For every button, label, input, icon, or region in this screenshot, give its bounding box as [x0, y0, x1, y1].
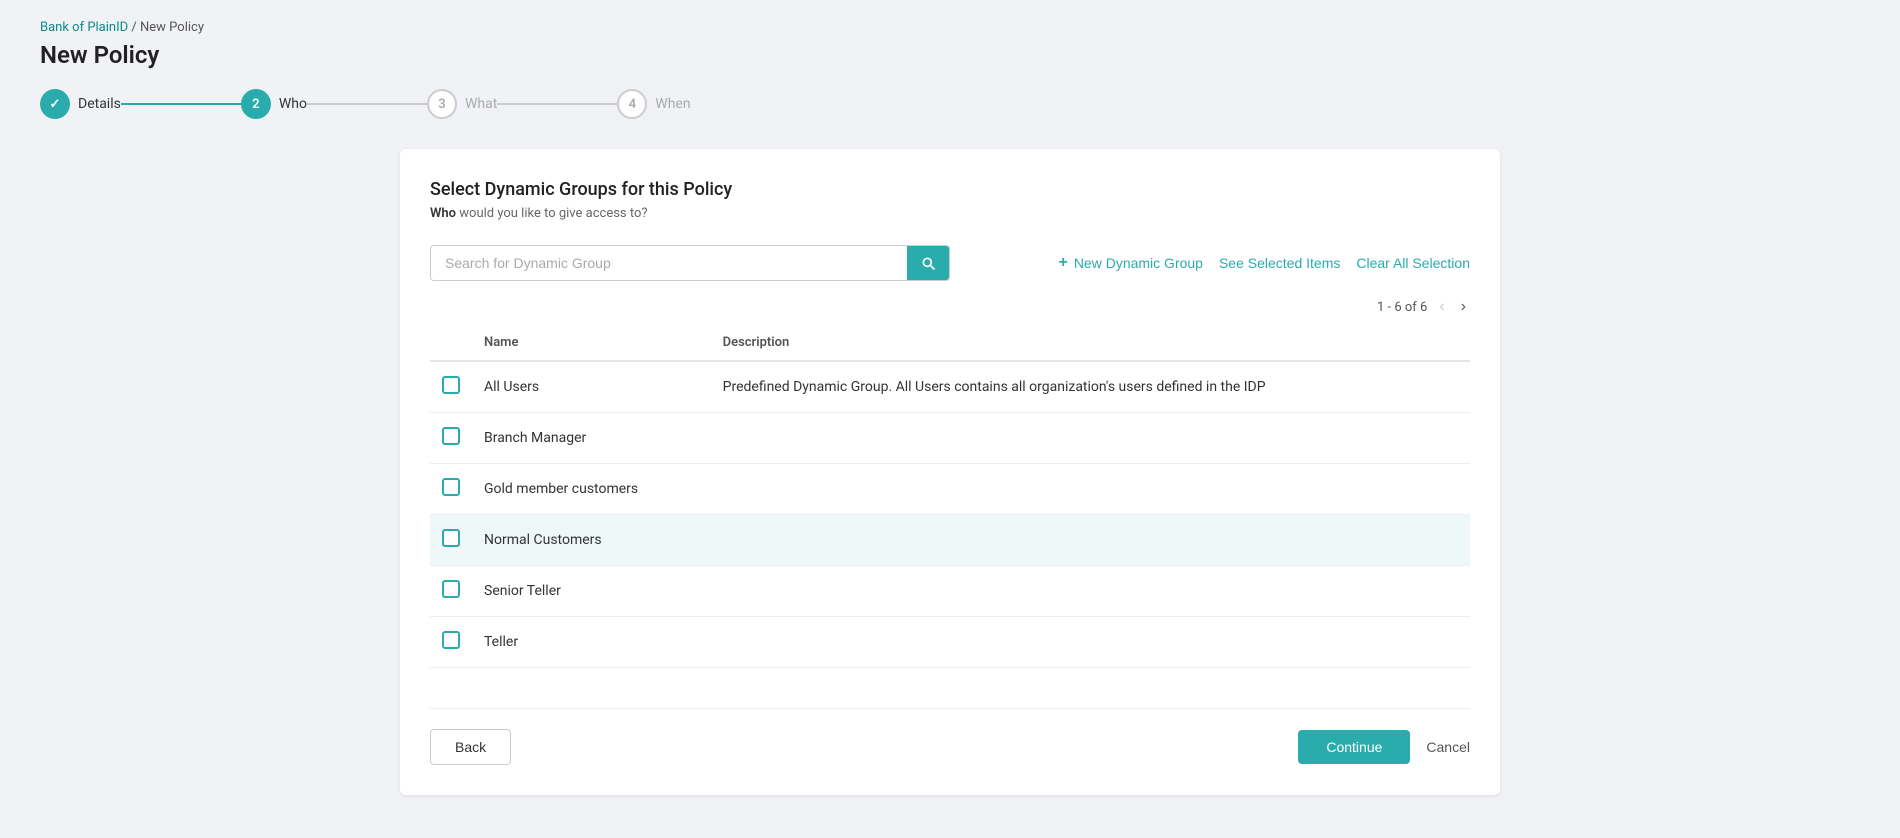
- checkbox-cell[interactable]: [430, 566, 472, 617]
- row-checkbox[interactable]: [442, 376, 460, 394]
- row-checkbox[interactable]: [442, 631, 460, 649]
- step-who-label: Who: [279, 96, 307, 112]
- card-footer: Back Continue Cancel: [430, 708, 1470, 765]
- pagination-next-button[interactable]: ›: [1457, 297, 1470, 317]
- search-input[interactable]: [431, 246, 907, 280]
- table-row: Senior Teller: [430, 566, 1470, 617]
- checkbox-cell[interactable]: [430, 361, 472, 413]
- row-name: Branch Manager: [472, 413, 711, 464]
- main-card: Select Dynamic Groups for this Policy Wh…: [400, 149, 1500, 795]
- step-when-circle: 4: [617, 89, 647, 119]
- row-name: Gold member customers: [472, 464, 711, 515]
- row-description: Predefined Dynamic Group. All Users cont…: [711, 361, 1470, 413]
- table-row: Gold member customers: [430, 464, 1470, 515]
- table-row: Teller: [430, 617, 1470, 668]
- plus-icon: +: [1058, 254, 1067, 272]
- row-checkbox[interactable]: [442, 580, 460, 598]
- column-name: Name: [472, 325, 711, 361]
- row-name: Senior Teller: [472, 566, 711, 617]
- card-title: Select Dynamic Groups for this Policy: [430, 179, 1470, 200]
- toolbar-actions: + New Dynamic Group See Selected Items C…: [1058, 254, 1470, 272]
- table-row: All Users Predefined Dynamic Group. All …: [430, 361, 1470, 413]
- stepper: ✓ Details 2 Who 3 What 4 When: [40, 89, 1860, 119]
- step-details-label: Details: [78, 96, 121, 112]
- connector-1: [121, 103, 241, 105]
- row-description: [711, 515, 1470, 566]
- continue-button[interactable]: Continue: [1298, 730, 1410, 764]
- see-selected-button[interactable]: See Selected Items: [1219, 255, 1340, 271]
- checkbox-cell[interactable]: [430, 617, 472, 668]
- step-when: 4 When: [617, 89, 690, 119]
- breadcrumb: Bank of PlainID / New Policy: [40, 20, 1860, 35]
- row-checkbox[interactable]: [442, 529, 460, 547]
- card-subtitle-who: Who: [430, 206, 456, 221]
- step-who-circle: 2: [241, 89, 271, 119]
- breadcrumb-separator: /: [131, 20, 140, 35]
- page-title: New Policy: [40, 41, 1860, 69]
- footer-right-actions: Continue Cancel: [1298, 730, 1470, 764]
- search-button[interactable]: [907, 246, 949, 280]
- row-name: Teller: [472, 617, 711, 668]
- column-checkbox: [430, 325, 472, 361]
- row-checkbox[interactable]: [442, 478, 460, 496]
- groups-table: Name Description All Users Predefined Dy…: [430, 325, 1470, 668]
- checkbox-cell[interactable]: [430, 413, 472, 464]
- step-who: 2 Who: [241, 89, 307, 119]
- row-description: [711, 566, 1470, 617]
- row-name: All Users: [472, 361, 711, 413]
- row-checkbox[interactable]: [442, 427, 460, 445]
- new-dynamic-group-button[interactable]: + New Dynamic Group: [1058, 254, 1203, 272]
- connector-2: [307, 103, 427, 105]
- breadcrumb-current: New Policy: [140, 20, 204, 35]
- row-description: [711, 617, 1470, 668]
- step-details-circle: ✓: [40, 89, 70, 119]
- toolbar: + New Dynamic Group See Selected Items C…: [430, 245, 1470, 281]
- row-description: [711, 464, 1470, 515]
- clear-selection-button[interactable]: Clear All Selection: [1356, 255, 1470, 271]
- step-details: ✓ Details: [40, 89, 121, 119]
- step-what-label: What: [465, 96, 497, 112]
- pagination-row: 1 - 6 of 6 ‹ ›: [430, 297, 1470, 317]
- table-row: Branch Manager: [430, 413, 1470, 464]
- card-subtitle: Who would you like to give access to?: [430, 206, 1470, 221]
- table-row: Normal Customers: [430, 515, 1470, 566]
- breadcrumb-parent-link[interactable]: Bank of PlainID: [40, 20, 128, 35]
- back-button[interactable]: Back: [430, 729, 511, 765]
- step-what-circle: 3: [427, 89, 457, 119]
- row-description: [711, 413, 1470, 464]
- card-subtitle-text: would you like to give access to?: [456, 206, 648, 221]
- pagination-label: 1 - 6 of 6: [1377, 300, 1427, 315]
- step-what: 3 What: [427, 89, 497, 119]
- connector-3: [497, 103, 617, 105]
- new-group-label: New Dynamic Group: [1074, 255, 1203, 271]
- step-when-label: When: [655, 96, 690, 112]
- checkbox-cell[interactable]: [430, 464, 472, 515]
- search-container: [430, 245, 950, 281]
- cancel-button[interactable]: Cancel: [1426, 739, 1470, 755]
- pagination-prev-button[interactable]: ‹: [1435, 297, 1448, 317]
- checkbox-cell[interactable]: [430, 515, 472, 566]
- table-header-row: Name Description: [430, 325, 1470, 361]
- column-description: Description: [711, 325, 1470, 361]
- row-name: Normal Customers: [472, 515, 711, 566]
- search-icon: [920, 255, 936, 271]
